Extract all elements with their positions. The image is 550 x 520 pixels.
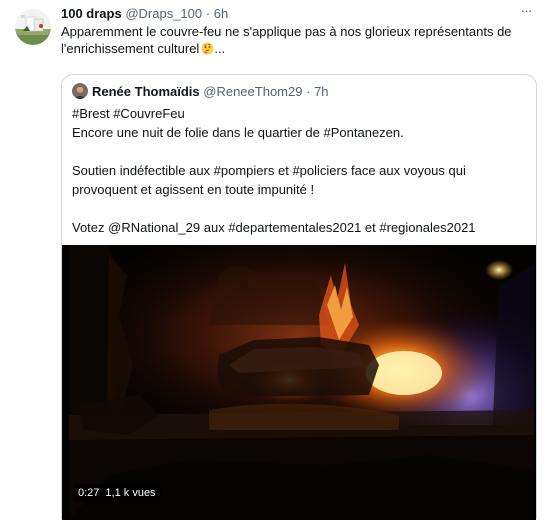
video-views: 1,1 k vues	[105, 487, 156, 499]
quoted-line1: #Brest #CouvreFeu Encore une nuit de fol…	[72, 104, 522, 142]
video-duration: 0:27	[78, 487, 100, 499]
quoted-text-segment: aux	[200, 220, 229, 235]
hashtag-link[interactable]: #pompiers	[214, 163, 275, 178]
tweet-text: Apparemment le couvre-feu ne s'applique …	[61, 23, 531, 57]
quoted-text-segment: et	[361, 220, 380, 235]
timestamp[interactable]: 6h	[214, 6, 228, 21]
thinking-face-icon	[201, 42, 214, 55]
quoted-handle[interactable]: @ReneeThom29	[203, 84, 302, 99]
quoted-avatar[interactable]	[72, 83, 88, 99]
video-frame[interactable]	[69, 245, 534, 520]
avatar[interactable]	[15, 9, 51, 45]
mention-link[interactable]: @RNational_29	[108, 220, 200, 235]
quoted-text-segment: Soutien indéfectible aux	[72, 163, 214, 178]
tweet-text-line2: l'enrichissement culturel	[61, 41, 200, 56]
quoted-separator: ·	[306, 84, 311, 99]
hashtag-link[interactable]: #regionales2021	[379, 220, 475, 235]
quoted-text-segment: Encore une nuit de folie dans le quartie…	[72, 125, 324, 140]
hashtag-link[interactable]: #Brest	[72, 106, 110, 121]
quoted-text-segment: provoquent et agissent en toute impunité…	[72, 182, 315, 197]
hashtag-link[interactable]: #CouvreFeu	[113, 106, 185, 121]
tweet-text-line1: Apparemment le couvre-feu ne s'applique …	[61, 24, 512, 39]
quoted-text-segment: Votez	[72, 220, 109, 235]
quoted-text-segment: .	[400, 125, 404, 140]
hashtag-link[interactable]: #departementales2021	[228, 220, 361, 235]
quoted-text-segment: et	[274, 163, 293, 178]
tweet[interactable]: 100 draps @Draps_100 · 6h ··· Apparemmen…	[0, 0, 550, 520]
hashtag-link[interactable]: #policiers	[292, 163, 347, 178]
more-options-icon[interactable]: ···	[516, 3, 536, 21]
ellipsis: ...	[214, 41, 226, 56]
hashtag-link[interactable]: #Pontanezen	[324, 125, 401, 140]
quoted-tweet[interactable]: Renée Thomaïdis @ReneeThom29 · 7h #Brest…	[61, 74, 537, 520]
video-player[interactable]: 0:27 1,1 k vues	[62, 245, 536, 520]
handle[interactable]: @Draps_100	[125, 6, 202, 21]
quoted-timestamp[interactable]: 7h	[314, 84, 328, 99]
quoted-line5: Votez @RNational_29 aux #departementales…	[72, 218, 522, 237]
quoted-text-segment: face aux voyous qui	[347, 163, 466, 178]
separator: ·	[205, 6, 211, 21]
quoted-line3: Soutien indéfectible aux #pompiers et #p…	[72, 161, 522, 199]
display-name[interactable]: 100 draps	[61, 6, 122, 21]
quoted-tweet-text: #Brest #CouvreFeu Encore une nuit de fol…	[72, 104, 522, 237]
quoted-display-name[interactable]: Renée Thomaïdis	[92, 84, 200, 99]
tweet-header: 100 draps @Draps_100 · 6h	[61, 5, 228, 23]
quoted-tweet-header: Renée Thomaïdis @ReneeThom29 · 7h	[72, 83, 329, 101]
video-info-badge: 0:27 1,1 k vues	[73, 484, 161, 502]
